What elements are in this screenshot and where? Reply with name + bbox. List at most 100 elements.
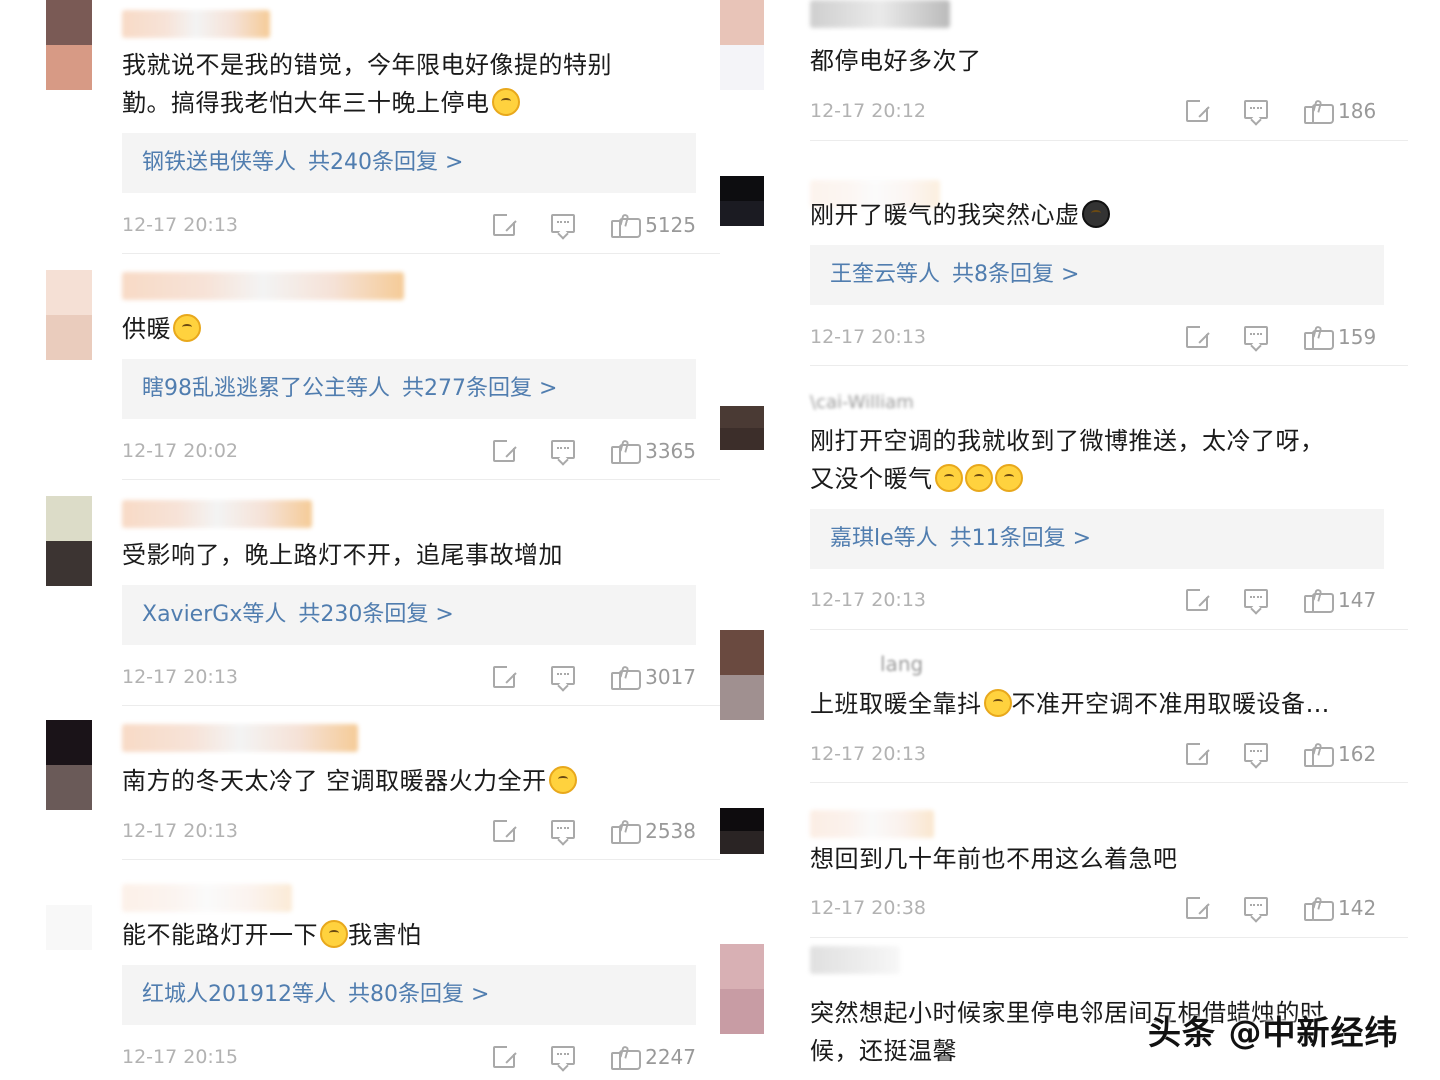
share-icon[interactable] — [1186, 741, 1210, 765]
share-icon[interactable] — [493, 438, 518, 462]
comment-icon[interactable] — [1244, 743, 1268, 762]
comment-icon[interactable] — [1244, 326, 1268, 345]
like-icon[interactable] — [1304, 895, 1334, 921]
timestamp: 12-17 20:13 — [122, 214, 239, 236]
reply-summary[interactable]: 钢铁送电侠等人 共240条回复 > — [122, 133, 696, 193]
reply-summary[interactable]: 瞎98乱逃逃累了公主等人 共277条回复 > — [122, 359, 696, 419]
reply-users[interactable]: 钢铁送电侠等人 — [142, 150, 296, 175]
like-icon[interactable] — [1304, 587, 1334, 613]
like-count: 3365 — [645, 439, 696, 463]
timestamp: 12-17 20:13 — [122, 820, 239, 842]
username-blurred[interactable] — [122, 500, 312, 528]
reply-summary[interactable]: 红城人201912等人 共80条回复 > — [122, 965, 696, 1025]
like-count: 142 — [1338, 896, 1377, 920]
username[interactable]: lang — [880, 652, 923, 676]
reply-count[interactable]: 共230条回复 > — [298, 602, 453, 627]
comment-icon[interactable] — [551, 666, 576, 685]
avatar[interactable] — [720, 176, 764, 226]
reply-users[interactable]: 王奎云等人 — [830, 262, 940, 287]
share-icon[interactable] — [1186, 324, 1210, 348]
comment-text: 受影响了，晚上路灯不开，追尾事故增加 — [122, 541, 563, 569]
avatar[interactable] — [720, 0, 764, 90]
like-count: 5125 — [645, 213, 696, 237]
timestamp: 12-17 20:13 — [810, 326, 927, 348]
crying-emoji-icon — [320, 920, 348, 948]
share-icon[interactable] — [493, 1044, 518, 1068]
comment-text: 南方的冬天太冷了 空调取暖器火力全开 — [122, 762, 577, 800]
crying-laugh-emoji-icon — [934, 464, 963, 492]
thinking-emoji-icon — [491, 88, 520, 116]
reply-summary[interactable]: 王奎云等人 共8条回复 > — [810, 245, 1384, 305]
timestamp: 12-17 20:02 — [122, 440, 239, 462]
like-icon[interactable] — [611, 818, 642, 844]
comment-icon[interactable] — [551, 214, 576, 233]
like-icon[interactable] — [611, 438, 642, 464]
share-icon[interactable] — [493, 664, 518, 688]
reply-users[interactable]: 瞎98乱逃逃累了公主等人 — [142, 376, 390, 401]
reply-count[interactable]: 共240条回复 > — [308, 150, 463, 175]
reply-users[interactable]: 嘉琪le等人 — [830, 526, 938, 551]
share-icon[interactable] — [1186, 587, 1210, 611]
username[interactable]: \cai-William — [810, 392, 914, 413]
avatar[interactable] — [46, 496, 92, 586]
username-blurred[interactable] — [122, 272, 404, 300]
username-blurred[interactable] — [122, 724, 358, 752]
avatar[interactable] — [720, 944, 764, 1034]
timestamp: 12-17 20:38 — [810, 897, 927, 919]
comment-text: 都停电好多次了 — [810, 47, 982, 75]
share-icon[interactable] — [1186, 895, 1210, 919]
comment-icon[interactable] — [551, 820, 576, 839]
like-icon[interactable] — [611, 664, 642, 690]
comment-meta: 12-17 20:13 5125 — [122, 210, 696, 240]
comment-text: 我就说不是我的错觉，今年限电好像提的特别 勤。搞得我老怕大年三十晚上停电 — [122, 51, 612, 117]
avatar[interactable] — [46, 720, 92, 810]
avatar[interactable] — [46, 270, 92, 360]
avatar[interactable] — [46, 0, 92, 90]
reply-summary[interactable]: XavierGx等人 共230条回复 > — [122, 585, 696, 645]
like-count: 186 — [1338, 99, 1377, 123]
comment-icon[interactable] — [1244, 589, 1268, 608]
avatar[interactable] — [720, 630, 764, 720]
share-icon[interactable] — [1186, 98, 1210, 122]
timestamp: 12-17 20:15 — [122, 1046, 239, 1068]
reply-users[interactable]: 红城人201912等人 — [142, 982, 336, 1007]
reply-users[interactable]: XavierGx等人 — [142, 602, 286, 627]
avatar[interactable] — [46, 860, 92, 950]
comment-meta: 12-17 20:38 142 — [810, 893, 1384, 923]
comment-meta: 12-17 20:13 3017 — [122, 662, 696, 692]
username-blurred[interactable] — [122, 884, 292, 912]
reply-summary[interactable]: 嘉琪le等人 共11条回复 > — [810, 509, 1384, 569]
comment-text: 供暖 — [122, 310, 201, 348]
avatar[interactable] — [720, 406, 764, 450]
comment-icon[interactable] — [1244, 100, 1268, 119]
comment-meta: 12-17 20:12 186 — [810, 96, 1384, 126]
username-blurred[interactable] — [810, 810, 934, 838]
comment-text: 刚打开空调的我就收到了微博推送，太冷了呀， 又没个暖气 — [810, 427, 1325, 493]
avatar[interactable] — [720, 808, 764, 854]
like-icon[interactable] — [611, 1044, 642, 1070]
reply-count[interactable]: 共80条回复 > — [348, 982, 489, 1007]
reply-count[interactable]: 共8条回复 > — [952, 262, 1079, 287]
share-icon[interactable] — [493, 212, 518, 236]
comment-meta: 12-17 20:15 2247 — [122, 1042, 696, 1072]
comment-meta: 12-17 20:13 162 — [810, 739, 1384, 769]
timestamp: 12-17 20:13 — [122, 666, 239, 688]
timestamp: 12-17 20:13 — [810, 743, 927, 765]
username-blurred[interactable] — [122, 10, 270, 38]
like-icon[interactable] — [1304, 324, 1334, 350]
comment-icon[interactable] — [551, 1046, 576, 1065]
right-comment-column: 都停电好多次了 12-17 20:12 186 刚开了暖气的我突然心虚 王奎云等… — [720, 0, 1440, 1080]
comment-icon[interactable] — [551, 440, 576, 459]
username-blurred[interactable] — [810, 0, 950, 28]
like-icon[interactable] — [611, 212, 642, 238]
reply-count[interactable]: 共11条回复 > — [950, 526, 1091, 551]
share-icon[interactable] — [493, 818, 518, 842]
comment-icon[interactable] — [1244, 897, 1268, 916]
crying-laugh-emoji-icon — [964, 464, 993, 492]
left-comment-column: 我就说不是我的错觉，今年限电好像提的特别 勤。搞得我老怕大年三十晚上停电 钢铁送… — [0, 0, 720, 1080]
like-icon[interactable] — [1304, 98, 1334, 124]
username-blurred[interactable] — [810, 946, 900, 974]
comment-text: 上班取暖全靠抖 不准开空调不准用取暖设备… — [810, 689, 1330, 718]
reply-count[interactable]: 共277条回复 > — [402, 376, 557, 401]
like-icon[interactable] — [1304, 741, 1334, 767]
